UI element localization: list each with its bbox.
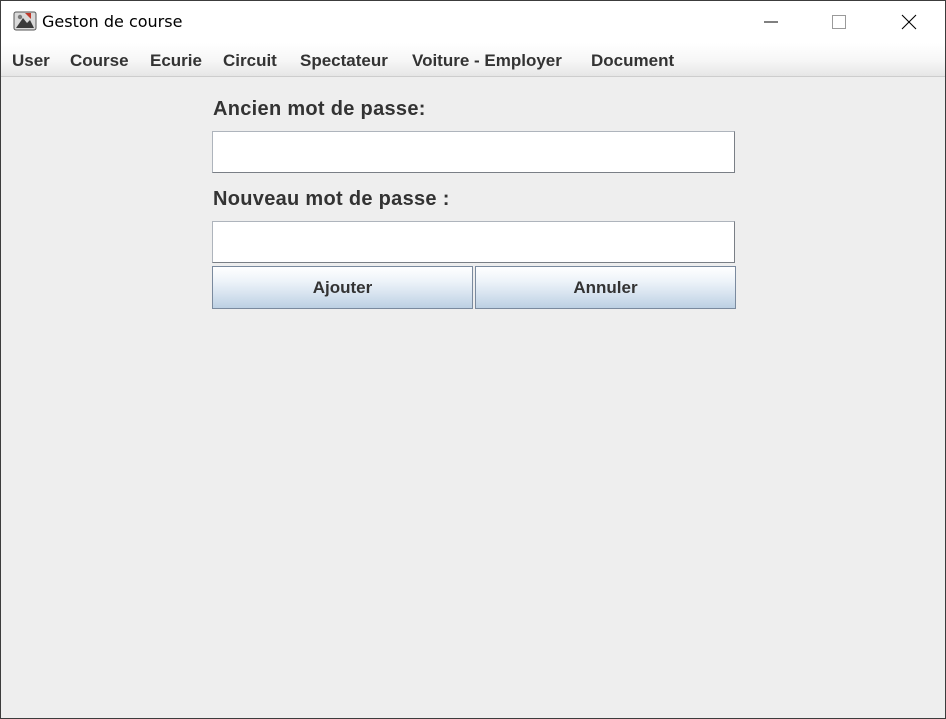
minimize-icon	[764, 21, 778, 23]
old-password-label: Ancien mot de passe:	[213, 98, 426, 120]
new-password-label: Nouveau mot de passe :	[213, 188, 450, 210]
new-password-field[interactable]	[212, 221, 735, 263]
maximize-icon	[832, 15, 846, 29]
menu-voiture-employer[interactable]: Voiture - Employer	[412, 51, 562, 71]
menu-ecurie[interactable]: Ecurie	[150, 51, 202, 71]
menu-course[interactable]: Course	[70, 51, 129, 71]
add-button[interactable]: Ajouter	[212, 266, 473, 309]
old-password-field[interactable]	[212, 131, 735, 173]
menu-bar: User Course Ecurie Circuit Spectateur Vo…	[1, 43, 945, 77]
menu-spectateur[interactable]: Spectateur	[300, 51, 388, 71]
minimize-button[interactable]	[737, 1, 805, 43]
close-icon	[901, 14, 917, 30]
menu-circuit[interactable]: Circuit	[223, 51, 277, 71]
window-title: Geston de course	[42, 12, 183, 31]
app-icon	[13, 10, 37, 32]
title-bar[interactable]: Geston de course	[1, 1, 945, 43]
app-window: Geston de course User Course Ecurie Circ…	[0, 0, 946, 719]
close-button[interactable]	[875, 1, 943, 43]
maximize-button[interactable]	[805, 1, 873, 43]
cancel-button[interactable]: Annuler	[475, 266, 736, 309]
menu-document[interactable]: Document	[591, 51, 674, 71]
menu-user[interactable]: User	[12, 51, 50, 71]
